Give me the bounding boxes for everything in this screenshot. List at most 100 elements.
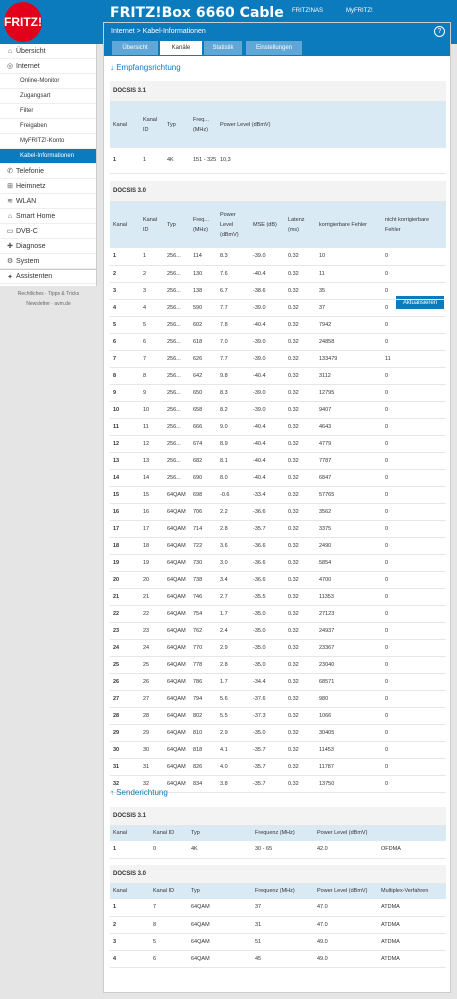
sidebar-item-label: System	[16, 257, 40, 265]
breadcrumb-text[interactable]: Internet > Kabel-Informationen	[111, 28, 206, 35]
column-header: Power Level (dBmV)	[314, 825, 378, 841]
sidebar-item-system[interactable]: ⚙ System	[0, 254, 96, 269]
table-cell: 7.6	[217, 265, 250, 283]
tv-icon: ▭	[6, 228, 14, 235]
sidebar-item-zugangsart[interactable]: Zugangsart	[0, 89, 96, 104]
table-cell: 37	[316, 299, 382, 317]
table-row: 16 16 64QAM 706 2.2 -36.6 0.32 3562 0	[110, 503, 447, 521]
sidebar-item-online-monitor[interactable]: Online-Monitor	[0, 74, 96, 89]
sidebar-item-wlan[interactable]: ≋ WLAN	[0, 194, 96, 209]
table-row: 25 25 64QAM 778 2.8 -35.0 0.32 23040 0	[110, 656, 447, 674]
table-row: 4 6 64QAM 45 49.0 ATDMA	[110, 950, 447, 968]
myfritz-link[interactable]: MyFRITZ!	[346, 8, 373, 14]
sidebar-item-dvb-c[interactable]: ▭ DVB-C	[0, 224, 96, 239]
table-cell: 738	[190, 571, 217, 589]
tab-einstellungen[interactable]: Einstellungen	[246, 41, 302, 55]
table-cell: 0	[382, 554, 447, 572]
table-cell: 0	[382, 707, 447, 725]
table-cell: 24	[140, 639, 164, 657]
table-cell: 0.32	[285, 554, 316, 572]
sidebar-item-label: Telefonie	[16, 167, 45, 175]
table-cell: 64QAM	[164, 554, 190, 572]
sidebar-item-telefonie[interactable]: ✆ Telefonie	[0, 164, 96, 179]
table-cell: 64QAM	[164, 707, 190, 725]
table-cell: -39.0	[250, 350, 285, 368]
table-cell: -35.0	[250, 724, 285, 742]
table-cell: 0	[382, 639, 447, 657]
table-cell: 18	[140, 537, 164, 555]
sidebar-item-smart-home[interactable]: ⌂ Smart Home	[0, 209, 96, 224]
sidebar-item-label: Übersicht	[16, 47, 46, 55]
table-cell: 4	[110, 950, 150, 968]
table-cell: 0	[382, 605, 447, 623]
footer-line-2[interactable]: Newsletter · avm.de	[0, 299, 97, 309]
tab-kanaele[interactable]: Kanäle	[160, 41, 202, 55]
table-cell: -35.7	[250, 758, 285, 776]
column-header: nicht korrigierbare Fehler	[382, 201, 447, 248]
table-cell: -39.0	[250, 248, 285, 266]
table-cell: -34.4	[250, 673, 285, 691]
table-cell: 10	[316, 248, 382, 266]
table-cell: -40.4	[250, 452, 285, 470]
sidebar-item-filter[interactable]: Filter	[0, 104, 96, 119]
column-header: Power Level (dBmV)	[217, 201, 250, 248]
table-cell: 64QAM	[164, 758, 190, 776]
table-cell: 1	[110, 148, 140, 174]
sidebar-item-heimnetz[interactable]: ⊞ Heimnetz	[0, 179, 96, 194]
sidebar-item-kabel-informationen[interactable]: Kabel-Informationen	[0, 149, 96, 164]
upstream-docsis30-table: DOCSIS 3.0 Kanal Kanal ID Typ Frequenz (MHz)…	[110, 865, 447, 968]
table-cell: 3	[140, 282, 164, 300]
table-row: 19 19 64QAM 730 3.0 -36.6 0.32 5854 0	[110, 554, 447, 572]
table-cell: 682	[190, 452, 217, 470]
table-row: 13 13 256... 682 8.1 -40.4 0.32 7787 0	[110, 452, 447, 470]
sidebar-item-freigaben[interactable]: Freigaben	[0, 119, 96, 134]
table-cell: 1	[110, 841, 150, 859]
table-cell: 826	[190, 758, 217, 776]
tab-uebersicht[interactable]: Übersicht	[112, 41, 158, 55]
globe-icon: ◎	[6, 63, 14, 70]
table-cell: 4K	[164, 148, 190, 174]
sidebar-item-internet[interactable]: ◎ Internet	[0, 59, 96, 74]
sidebar-item--bersicht[interactable]: ⌂ Übersicht	[0, 44, 96, 59]
sidebar-item-label: WLAN	[16, 197, 37, 205]
table-cell: 666	[190, 418, 217, 436]
table-cell: 2.9	[217, 639, 250, 657]
sidebar-item-label: Assistenten	[16, 273, 53, 280]
table-row: 1 1 256... 114 8.3 -39.0 0.32 10 0	[110, 248, 447, 266]
table-cell: 0.32	[285, 520, 316, 538]
footer-line-1[interactable]: Rechtliches · Tipps & Tricks	[0, 289, 97, 299]
table-cell: 5	[150, 933, 188, 951]
table-cell: 6	[140, 333, 164, 351]
help-icon[interactable]: ?	[434, 26, 445, 37]
table-cell: 1	[110, 248, 140, 266]
table-cell: 26	[140, 673, 164, 691]
table-cell: 64QAM	[188, 933, 252, 951]
table-cell: 0.32	[285, 724, 316, 742]
sidebar-item-diagnose[interactable]: ✚ Diagnose	[0, 239, 96, 254]
table-cell: 980	[316, 690, 382, 708]
table-cell: 0.32	[285, 452, 316, 470]
table-cell: 10	[140, 401, 164, 419]
table-cell: 12	[110, 435, 140, 453]
table-cell: 3.0	[217, 554, 250, 572]
table-row: 21 21 64QAM 746 2.7 -35.5 0.32 11353 0	[110, 588, 447, 606]
sidebar-item-myfritz-konto[interactable]: MyFRITZ!-Konto	[0, 134, 96, 149]
table-cell: 256...	[164, 418, 190, 436]
sidebar-item-assistenten[interactable]: ✦ Assistenten	[0, 269, 96, 284]
sidebar-item-label: Freigaben	[20, 123, 48, 129]
table-cell: 7	[110, 350, 140, 368]
table-cell: 35	[316, 282, 382, 300]
table-cell: 28	[110, 707, 140, 725]
table-cell: 0.32	[285, 690, 316, 708]
fritznas-link[interactable]: FRITZ!NAS	[292, 8, 323, 14]
table-cell: 45	[252, 950, 314, 968]
fritz-logo[interactable]: FRITZ!	[4, 2, 42, 42]
tab-statistik[interactable]: Statistik	[204, 41, 242, 55]
table-row: 30 30 64QAM 818 4.1 -35.7 0.32 11453 0	[110, 741, 447, 759]
table-cell: -36.6	[250, 554, 285, 572]
sidebar-item-label: Zugangsart	[20, 93, 51, 99]
downstream-docsis30-table: DOCSIS 3.0 Kanal Kanal ID Typ Freq... (MHz) P…	[110, 181, 447, 793]
table-cell: 0.32	[285, 605, 316, 623]
table-row: 3 5 64QAM 51 49.0 ATDMA	[110, 933, 447, 951]
table-cell: 0	[382, 588, 447, 606]
